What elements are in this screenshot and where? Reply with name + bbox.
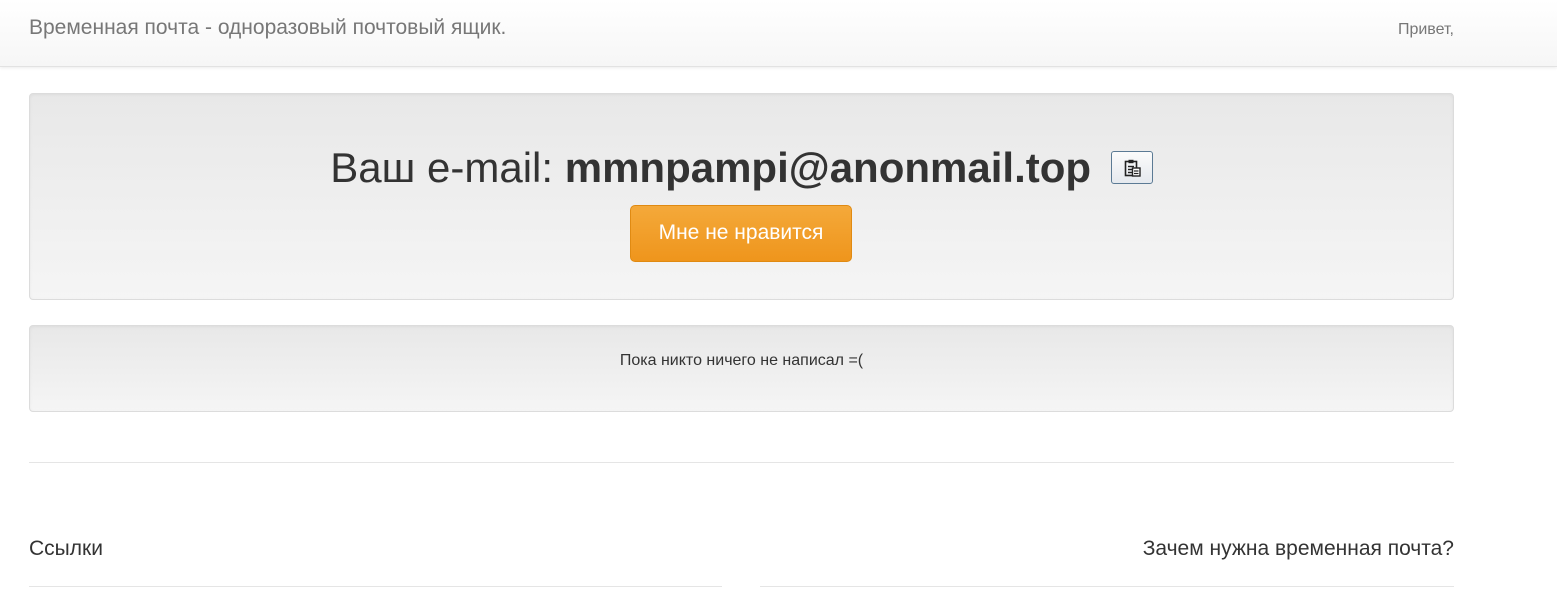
site-brand[interactable]: Временная почта - одноразовый почтовый я… [29, 16, 506, 40]
why-divider [760, 586, 1454, 587]
empty-inbox-message: Пока никто ничего не написал =( [619, 352, 864, 369]
section-divider [29, 462, 1454, 463]
links-heading: Ссылки [29, 537, 103, 560]
links-divider [29, 586, 722, 587]
copy-email-button[interactable] [1110, 151, 1153, 185]
clipboard-icon [1124, 160, 1141, 178]
email-address[interactable]: mmnpampi@anonmail.top [565, 144, 1091, 191]
top-navbar: Временная почта - одноразовый почтовый я… [0, 0, 1557, 67]
email-panel: Ваш e-mail: mmnpampi@anonmail.top Мне не… [29, 93, 1454, 300]
inbox-panel: Пока никто ничего не написал =( [29, 325, 1454, 412]
why-temp-mail-heading: Зачем нужна временная почта? [1142, 537, 1454, 560]
user-greeting: Привет, [1397, 21, 1454, 38]
email-display: Ваш e-mail: mmnpampi@anonmail.top [30, 143, 1453, 193]
email-prefix-label: Ваш e-mail: [330, 144, 554, 191]
dislike-email-button[interactable]: Мне не нравится [630, 205, 852, 262]
